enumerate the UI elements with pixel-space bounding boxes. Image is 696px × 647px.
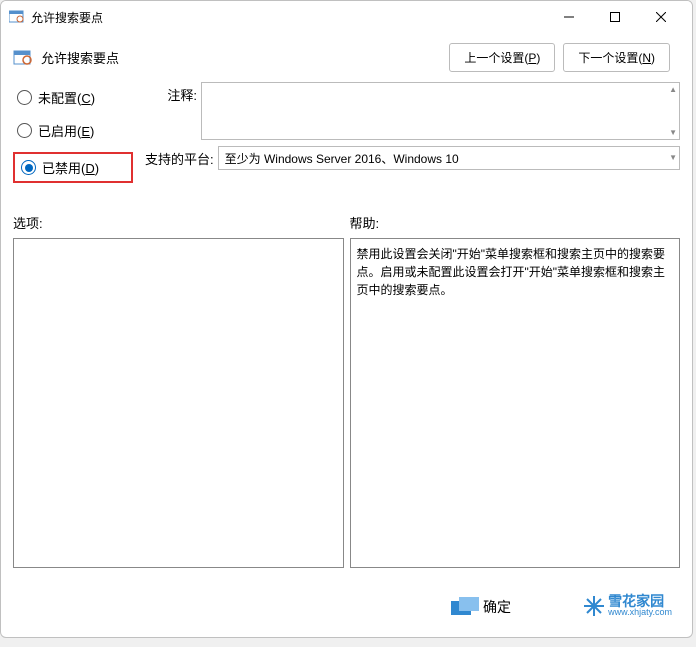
watermark-url: www.xhjaty.com bbox=[608, 608, 672, 617]
ok-button-area: 确定 bbox=[451, 597, 511, 617]
window-controls bbox=[546, 2, 684, 32]
watermark: 雪花家园 www.xhjaty.com bbox=[584, 594, 672, 617]
options-box bbox=[13, 238, 344, 568]
prev-setting-button[interactable]: 上一个设置(P) bbox=[449, 43, 555, 72]
radio-label-unconfigured: 未配置(C) bbox=[38, 88, 95, 107]
form-area: 注释: 支持的平台: 至少为 Windows Server 2016、Windo… bbox=[145, 82, 680, 183]
maximize-button[interactable] bbox=[592, 2, 638, 32]
platform-row: 支持的平台: 至少为 Windows Server 2016、Windows 1… bbox=[145, 146, 680, 170]
radio-label-disabled: 已禁用(D) bbox=[42, 158, 99, 177]
options-label: 选项: bbox=[13, 213, 344, 232]
logo-icon bbox=[451, 597, 479, 617]
radio-enabled[interactable]: 已启用(E) bbox=[13, 119, 133, 142]
window-title: 允许搜索要点 bbox=[31, 9, 546, 26]
header-row: 允许搜索要点 上一个设置(P) 下一个设置(N) bbox=[1, 33, 692, 82]
policy-name: 允许搜索要点 bbox=[41, 48, 441, 67]
close-button[interactable] bbox=[638, 2, 684, 32]
main-content: 未配置(C) 已启用(E) 已禁用(D) 注释: 支持的平台: 至少为 Wind… bbox=[1, 82, 692, 183]
options-column: 选项: bbox=[13, 213, 344, 568]
radio-unconfigured[interactable]: 未配置(C) bbox=[13, 86, 133, 109]
nav-buttons: 上一个设置(P) 下一个设置(N) bbox=[449, 43, 670, 72]
radio-icon-selected bbox=[21, 160, 36, 175]
bottom-section: 选项: 帮助: 禁用此设置会关闭"开始"菜单搜索框和搜索主页中的搜索要点。启用或… bbox=[1, 183, 692, 580]
radio-icon bbox=[17, 123, 32, 138]
notes-row: 注释: bbox=[145, 82, 680, 140]
notes-textarea[interactable] bbox=[201, 82, 680, 140]
help-label: 帮助: bbox=[350, 213, 681, 232]
policy-editor-window: 允许搜索要点 允许搜索要点 上一个设置(P) 下一个设置(N) bbox=[0, 0, 693, 638]
radio-disabled[interactable]: 已禁用(D) bbox=[13, 152, 133, 183]
platform-label: 支持的平台: bbox=[145, 146, 214, 168]
minimize-button[interactable] bbox=[546, 2, 592, 32]
help-box: 禁用此设置会关闭"开始"菜单搜索框和搜索主页中的搜索要点。启用或未配置此设置会打… bbox=[350, 238, 681, 568]
policy-icon bbox=[13, 48, 33, 68]
notes-label: 注释: bbox=[145, 82, 197, 104]
snowflake-icon bbox=[584, 596, 604, 616]
radio-icon bbox=[17, 90, 32, 105]
state-radio-group: 未配置(C) 已启用(E) 已禁用(D) bbox=[13, 82, 133, 183]
radio-label-enabled: 已启用(E) bbox=[38, 121, 94, 140]
app-icon bbox=[9, 9, 25, 25]
help-column: 帮助: 禁用此设置会关闭"开始"菜单搜索框和搜索主页中的搜索要点。启用或未配置此… bbox=[350, 213, 681, 568]
watermark-text: 雪花家园 bbox=[608, 594, 672, 608]
next-setting-button[interactable]: 下一个设置(N) bbox=[563, 43, 670, 72]
titlebar: 允许搜索要点 bbox=[1, 1, 692, 33]
ok-text[interactable]: 确定 bbox=[483, 597, 511, 617]
platform-field: 至少为 Windows Server 2016、Windows 10 bbox=[218, 146, 680, 170]
